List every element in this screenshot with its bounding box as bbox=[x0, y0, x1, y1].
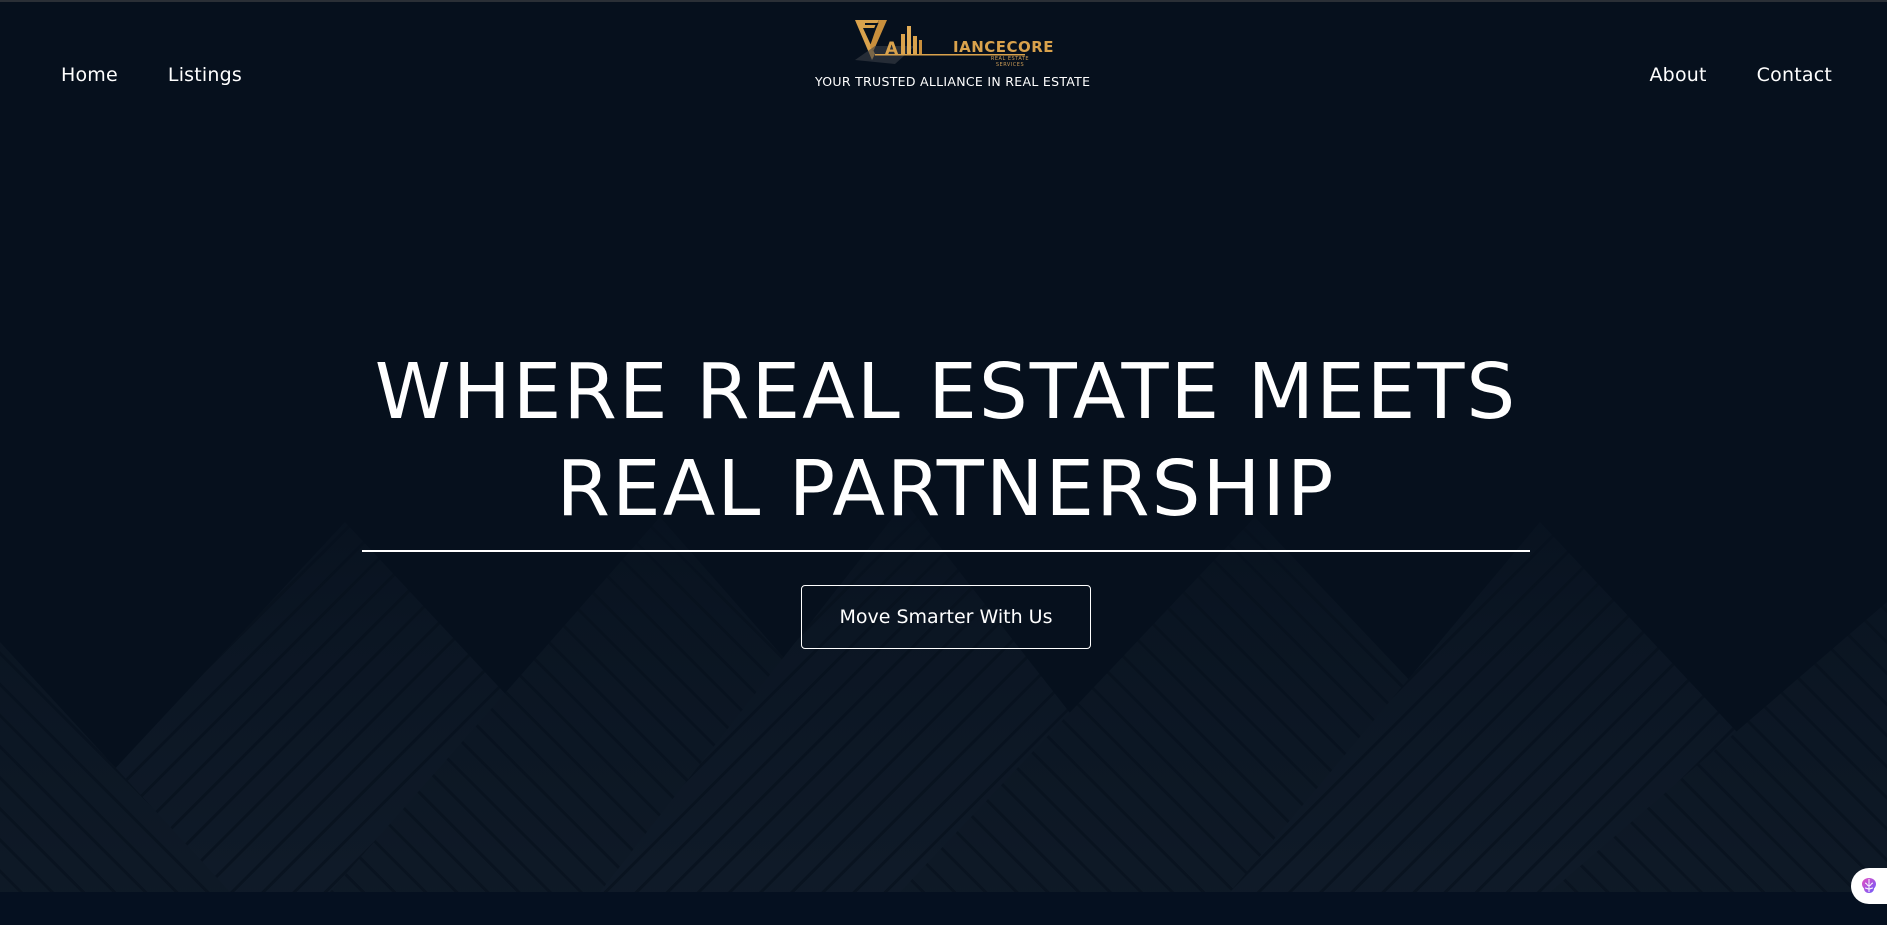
brain-icon bbox=[1862, 878, 1876, 893]
brand-tagline: YOUR TRUSTED ALLIANCE IN REAL ESTATE bbox=[815, 74, 1091, 89]
cta-button[interactable]: Move Smarter With Us bbox=[801, 585, 1091, 649]
assistant-button[interactable] bbox=[1851, 868, 1887, 904]
nav-link-listings[interactable]: Listings bbox=[168, 64, 242, 86]
nav-link-contact[interactable]: Contact bbox=[1757, 64, 1832, 86]
logo-subtitle: REAL ESTATE SERVICES bbox=[990, 56, 1030, 68]
nav-left: Home Listings bbox=[61, 64, 242, 86]
brand[interactable]: A IANCECORE REAL ESTATE SERVICES YOUR TR… bbox=[815, 16, 1091, 89]
nav-link-about[interactable]: About bbox=[1649, 64, 1706, 86]
next-section-edge bbox=[0, 892, 1887, 925]
page: Home Listings A IANCECORE REAL ESTATE SE… bbox=[0, 0, 1887, 925]
nav-right: About Contact bbox=[1649, 64, 1832, 86]
hero-title-line-1: WHERE REAL ESTATE MEETS bbox=[374, 348, 1518, 437]
logo-letter: A bbox=[885, 39, 899, 59]
logo: A IANCECORE REAL ESTATE SERVICES bbox=[855, 16, 1054, 68]
hero-title-line-2: REAL PARTNERSHIP bbox=[556, 445, 1336, 534]
hero-divider bbox=[362, 550, 1530, 552]
hero-title: WHERE REAL ESTATE MEETS REAL PARTNERSHIP bbox=[362, 344, 1530, 538]
logo-wordmark: IANCECORE bbox=[953, 38, 1055, 56]
nav-link-home[interactable]: Home bbox=[61, 64, 118, 86]
